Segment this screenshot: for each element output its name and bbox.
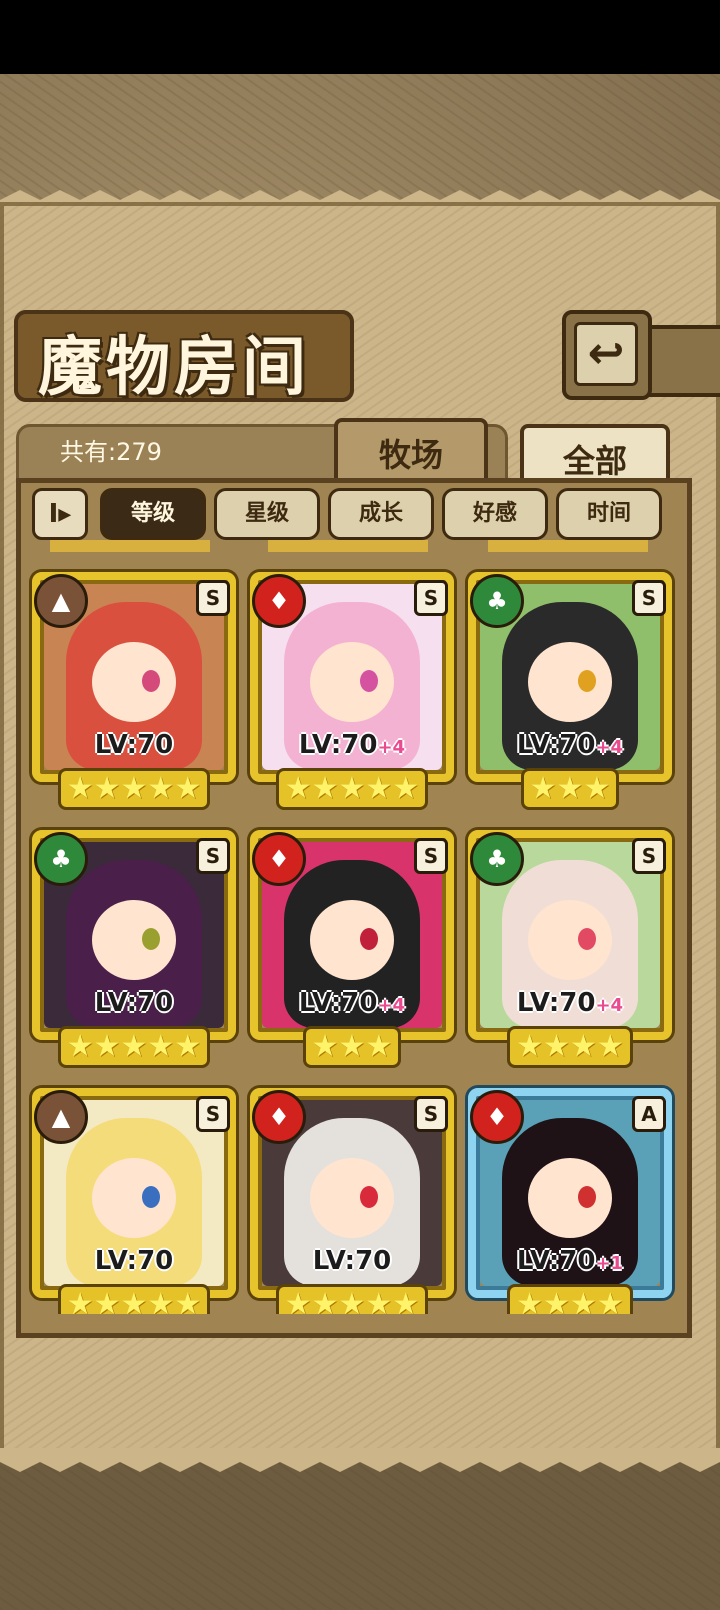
- level-label: LV:70: [32, 1246, 236, 1276]
- rank-badge: S: [632, 580, 666, 616]
- rank-badge: S: [196, 1096, 230, 1132]
- level-value: LV:70: [516, 988, 596, 1018]
- fire-element-icon: ♦: [252, 1090, 306, 1144]
- level-label: LV:70+4: [468, 730, 672, 760]
- level-value: LV:70: [516, 1246, 596, 1276]
- sort-bar: I▸ 等级 星级 成长 好感 时间: [28, 488, 676, 540]
- enhance-bonus: +4: [377, 737, 406, 758]
- monster-card[interactable]: ♣ S LV:70+4 ★★★★: [468, 830, 672, 1068]
- star-icons: ★★★★★: [57, 1284, 211, 1314]
- enhance-bonus: +4: [377, 995, 406, 1016]
- monster-card[interactable]: ♣ S LV:70+4 ★★★: [468, 572, 672, 810]
- rank-badge: A: [632, 1096, 666, 1132]
- level-value: LV:70: [94, 1246, 174, 1276]
- star-rating: ★★★★★: [250, 768, 454, 810]
- star-rating: ★★★★: [468, 1026, 672, 1068]
- sort-time-button[interactable]: 时间: [556, 488, 662, 540]
- level-label: LV:70+4: [250, 988, 454, 1018]
- star-rating: ★★★★: [468, 1284, 672, 1314]
- monster-card[interactable]: ♦ S LV:70 ★★★★★: [250, 1088, 454, 1314]
- leaf-element-icon: ♣: [470, 832, 524, 886]
- monster-card[interactable]: ▲ S LV:70 ★★★★★: [32, 1088, 236, 1314]
- rank-badge: S: [414, 1096, 448, 1132]
- back-arrow-icon: ↩: [574, 322, 638, 386]
- sort-star-button[interactable]: 星级: [214, 488, 320, 540]
- back-button[interactable]: ↩: [562, 310, 652, 400]
- monster-count: 共有:279: [60, 438, 162, 466]
- fire-element-icon: ♦: [470, 1090, 524, 1144]
- star-icons: ★★★: [520, 768, 620, 810]
- star-icons: ★★★★★: [57, 1026, 211, 1068]
- rank-badge: S: [196, 580, 230, 616]
- star-icons: ★★★★: [507, 1026, 633, 1068]
- star-rating: ★★★★★: [250, 1284, 454, 1314]
- status-bar: [0, 0, 720, 74]
- monster-card[interactable]: ♦ S LV:70+4 ★★★: [250, 830, 454, 1068]
- level-value: LV:70: [298, 730, 378, 760]
- monster-grid[interactable]: ▲ S LV:70 ★★★★★ ♦ S LV:70+4 ★★★★★ ♣ S LV:70+4 ★★★ ♣ S…: [28, 540, 684, 1314]
- rank-badge: S: [196, 838, 230, 874]
- star-icons: ★★★★★: [275, 1284, 429, 1314]
- monster-card[interactable]: ♦ A LV:70+1 ★★★★: [468, 1088, 672, 1314]
- level-label: LV:70+4: [468, 988, 672, 1018]
- rank-badge: S: [414, 580, 448, 616]
- earth-element-icon: ▲: [34, 1090, 88, 1144]
- level-label: LV:70+4: [250, 730, 454, 760]
- monster-card[interactable]: ▲ S LV:70 ★★★★★: [32, 572, 236, 810]
- star-rating: ★★★★★: [32, 768, 236, 810]
- level-label: LV:70: [32, 988, 236, 1018]
- enhance-bonus: +4: [595, 995, 624, 1016]
- fire-element-icon: ♦: [252, 832, 306, 886]
- level-value: LV:70: [94, 988, 174, 1018]
- star-icons: ★★★: [302, 1026, 402, 1068]
- level-value: LV:70: [516, 730, 596, 760]
- back-button-rail: [640, 325, 720, 397]
- sort-level-button[interactable]: 等级: [100, 488, 206, 540]
- star-rating: ★★★★★: [32, 1026, 236, 1068]
- sort-affection-button[interactable]: 好感: [442, 488, 548, 540]
- star-icons: ★★★★: [507, 1284, 633, 1314]
- star-rating: ★★★: [468, 768, 672, 810]
- sort-growth-button[interactable]: 成长: [328, 488, 434, 540]
- rank-badge: S: [414, 838, 448, 874]
- level-label: LV:70: [250, 1246, 454, 1276]
- level-label: LV:70: [32, 730, 236, 760]
- monster-card[interactable]: ♣ S LV:70 ★★★★★: [32, 830, 236, 1068]
- earth-element-icon: ▲: [34, 574, 88, 628]
- page-title: 魔物房间: [38, 330, 310, 405]
- leaf-element-icon: ♣: [34, 832, 88, 886]
- fire-element-icon: ♦: [252, 574, 306, 628]
- enhance-bonus: +1: [595, 1253, 624, 1274]
- partial-card-top: [268, 540, 428, 552]
- level-label: LV:70+1: [468, 1246, 672, 1276]
- star-rating: ★★★: [250, 1026, 454, 1068]
- enhance-bonus: +4: [595, 737, 624, 758]
- star-icons: ★★★★★: [57, 768, 211, 810]
- partial-card-top: [488, 540, 648, 552]
- panel-bottom-edge: [0, 1448, 720, 1472]
- leaf-element-icon: ♣: [470, 574, 524, 628]
- sort-order-toggle[interactable]: I▸: [32, 488, 88, 540]
- level-value: LV:70: [312, 1246, 392, 1276]
- star-icons: ★★★★★: [275, 768, 429, 810]
- monster-card[interactable]: ♦ S LV:70+4 ★★★★★: [250, 572, 454, 810]
- star-rating: ★★★★★: [32, 1284, 236, 1314]
- partial-card-top: [50, 540, 210, 552]
- rank-badge: S: [632, 838, 666, 874]
- level-value: LV:70: [94, 730, 174, 760]
- level-value: LV:70: [298, 988, 378, 1018]
